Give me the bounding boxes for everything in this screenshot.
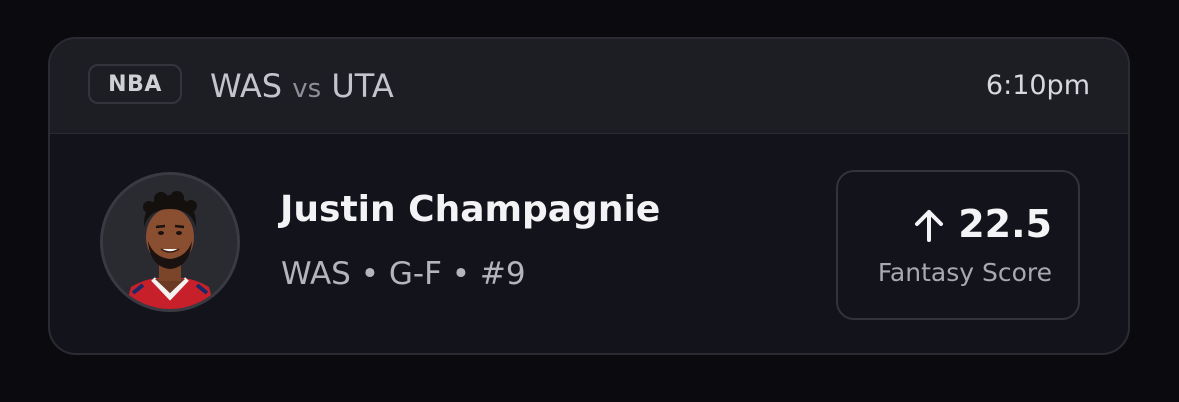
- projection-value: 22.5: [958, 202, 1052, 246]
- player-team: WAS: [281, 256, 351, 292]
- projection-box[interactable]: 22.5 Fantasy Score: [836, 170, 1080, 320]
- separator: •: [360, 256, 379, 292]
- player-headshot-icon: [103, 175, 237, 309]
- player-number: #9: [479, 256, 526, 292]
- vs-label: vs: [292, 74, 322, 104]
- player-position: G-F: [388, 256, 442, 292]
- league-badge: NBA: [88, 64, 182, 104]
- projection-value-row: 22.5: [914, 202, 1052, 246]
- player-avatar: [100, 172, 240, 312]
- home-team: WAS: [210, 67, 283, 105]
- matchup: WAS vs UTA: [210, 67, 394, 105]
- arrow-up-icon: [914, 207, 944, 242]
- away-team: UTA: [331, 67, 394, 105]
- stat-label: Fantasy Score: [877, 258, 1052, 287]
- player-details: WAS • G-F • #9: [281, 256, 526, 292]
- separator: •: [451, 256, 471, 292]
- player-name: Justin Champagnie: [280, 189, 661, 230]
- card-header: NBA WAS vs UTA 6:10pm: [50, 39, 1128, 134]
- game-time: 6:10pm: [985, 70, 1090, 101]
- projection-card[interactable]: NBA WAS vs UTA 6:10pm Justin Champagnie …: [48, 37, 1130, 355]
